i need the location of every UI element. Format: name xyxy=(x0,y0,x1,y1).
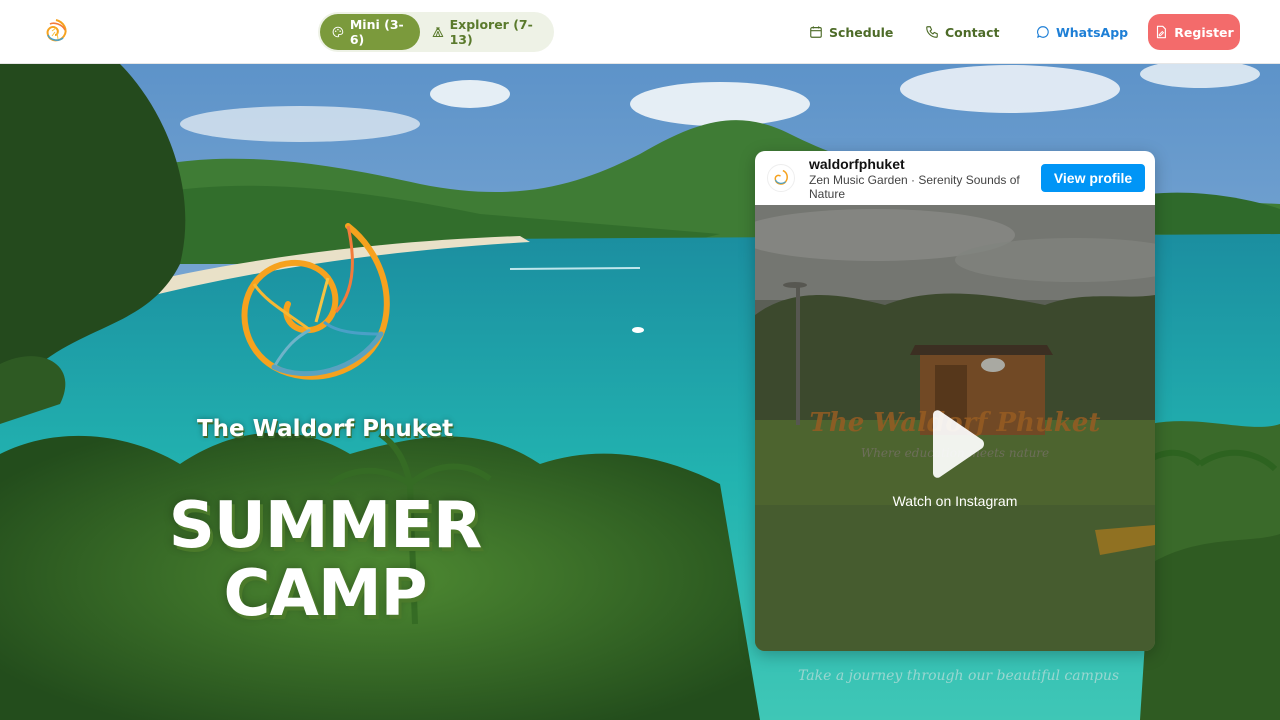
nav-whatsapp-link[interactable]: WhatsApp xyxy=(1036,22,1128,42)
school-name-heading: The Waldorf Phuket xyxy=(196,416,454,442)
instagram-embed-header: waldorfphuket Zen Music Garden · Serenit… xyxy=(755,151,1155,205)
age-group-mini-button[interactable]: Mini (3-6) xyxy=(320,14,420,50)
nav-whatsapp-label: WhatsApp xyxy=(1056,24,1129,40)
nav-contact-link[interactable]: Contact xyxy=(925,22,999,42)
age-group-mini-label: Mini (3-6) xyxy=(349,17,404,47)
view-profile-button[interactable]: View profile xyxy=(1041,164,1145,192)
age-group-explorer-label: Explorer (7-13) xyxy=(449,17,533,47)
nautilus-logo-large-icon xyxy=(241,223,390,380)
register-button[interactable]: Register xyxy=(1148,14,1240,50)
watch-on-instagram-link[interactable]: Watch on Instagram xyxy=(755,493,1155,509)
campus-video-caption: Take a journey through our beautiful cam… xyxy=(798,668,1120,684)
profile-avatar[interactable] xyxy=(767,164,795,192)
instagram-post-subtitle: Zen Music Garden · Serenity Sounds of Na… xyxy=(809,173,1020,201)
instagram-embed: waldorfphuket Zen Music Garden · Serenit… xyxy=(755,151,1155,651)
nav-schedule-label: Schedule xyxy=(829,24,894,40)
age-group-toggle: Mini (3-6) Explorer (7-13) xyxy=(318,12,554,52)
phone-icon xyxy=(926,26,938,38)
calendar-icon xyxy=(810,26,822,38)
nav-contact-label: Contact xyxy=(945,24,1000,40)
signup-form-icon xyxy=(1157,25,1167,39)
tent-icon xyxy=(432,27,443,37)
nav-schedule-link[interactable]: Schedule xyxy=(809,22,893,42)
top-navigation-bar: Mini (3-6) Explorer (7-13) Schedule Cont… xyxy=(0,0,1280,64)
register-label: Register xyxy=(1174,24,1234,40)
age-group-explorer-button[interactable]: Explorer (7-13) xyxy=(420,14,552,50)
instagram-username-link[interactable]: waldorfphuket xyxy=(809,156,905,172)
chat-bubble-icon xyxy=(1037,26,1049,38)
hero-section: The Waldorf Phuket SUMMER CAMP waldorfph… xyxy=(0,64,1280,720)
play-icon[interactable] xyxy=(923,409,987,479)
hero-title: SUMMER CAMP xyxy=(168,489,482,631)
nautilus-logo-icon[interactable] xyxy=(40,16,72,48)
palette-icon xyxy=(332,26,344,38)
